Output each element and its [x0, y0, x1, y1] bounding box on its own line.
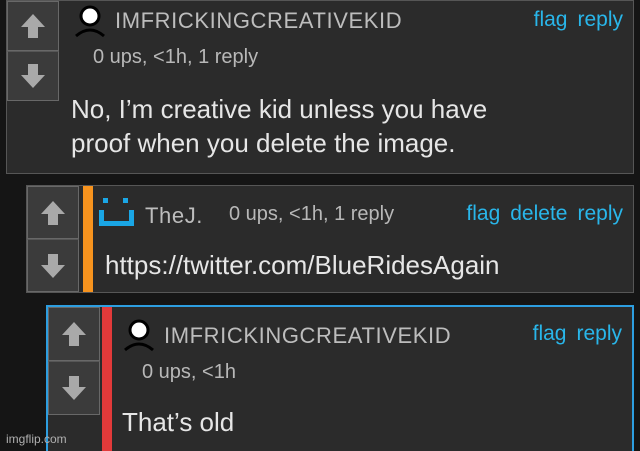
delete-link[interactable]: delete [510, 202, 567, 226]
reply-depth-stripe [102, 307, 112, 451]
upvote-button[interactable] [27, 186, 79, 239]
reply-link[interactable]: reply [577, 8, 623, 32]
comment-thread: IMFRICKINGCREATIVEKID flag reply 0 ups, … [0, 0, 640, 451]
username-link[interactable]: IMFRICKINGCREATIVEKID [115, 8, 402, 34]
arrow-up-icon [41, 200, 65, 225]
comment-text[interactable]: https://twitter.com/BlueRidesAgain [105, 248, 500, 282]
arrow-up-icon [21, 14, 45, 38]
username-link[interactable]: TheJ. [145, 203, 203, 229]
comment-text: That’s old [122, 405, 234, 439]
arrow-down-icon [21, 64, 45, 88]
vote-column [27, 186, 79, 292]
reply-link[interactable]: reply [577, 202, 623, 226]
comment-3: IMFRICKINGCREATIVEKID flag reply 0 ups, … [46, 305, 634, 451]
comment-text: No, I’m creative kid unless you have pro… [71, 92, 487, 160]
reply-link[interactable]: reply [576, 322, 622, 346]
upvote-button[interactable] [7, 1, 59, 51]
comment-link-text[interactable]: https://twitter.com/BlueRidesAgain [105, 248, 500, 282]
arrow-down-icon [41, 253, 65, 278]
smiley-avatar-icon[interactable] [99, 196, 139, 230]
person-avatar-icon[interactable] [73, 5, 107, 39]
username-link[interactable]: IMFRICKINGCREATIVEKID [164, 323, 451, 349]
arrow-up-icon [62, 322, 86, 346]
flag-link[interactable]: flag [533, 322, 567, 346]
comment-text-line: That’s old [122, 407, 235, 437]
comment-body: TheJ. 0 ups, <1h, 1 reply flag delete re… [99, 186, 623, 292]
comment-actions: flag delete reply [466, 202, 623, 226]
comment-meta: 0 ups, <1h, 1 reply [93, 46, 259, 68]
reply-depth-stripe [83, 186, 93, 292]
comment-text-line: No, I’m creative kid unless you have [71, 94, 488, 124]
comment-2: TheJ. 0 ups, <1h, 1 reply flag delete re… [26, 185, 634, 293]
person-avatar-icon[interactable] [122, 319, 156, 353]
arrow-down-icon [62, 376, 86, 400]
flag-link[interactable]: flag [534, 8, 568, 32]
comment-meta: 0 ups, <1h, 1 reply [229, 203, 395, 225]
watermark: imgflip.com [6, 432, 67, 446]
comment-body: IMFRICKINGCREATIVEKID flag reply 0 ups, … [122, 307, 622, 451]
downvote-button[interactable] [7, 51, 59, 101]
comment-meta: 0 ups, <1h [142, 361, 236, 383]
flag-link[interactable]: flag [466, 202, 500, 226]
comment-1: IMFRICKINGCREATIVEKID flag reply 0 ups, … [6, 0, 634, 174]
downvote-button[interactable] [48, 361, 100, 415]
comment-actions: flag reply [533, 322, 622, 346]
comment-body: IMFRICKINGCREATIVEKID flag reply 0 ups, … [69, 1, 623, 173]
vote-column [7, 1, 59, 101]
comment-actions: flag reply [534, 8, 623, 32]
upvote-button[interactable] [48, 307, 100, 361]
vote-column [48, 307, 100, 415]
downvote-button[interactable] [27, 239, 79, 292]
comment-text-line: proof when you delete the image. [71, 128, 456, 158]
